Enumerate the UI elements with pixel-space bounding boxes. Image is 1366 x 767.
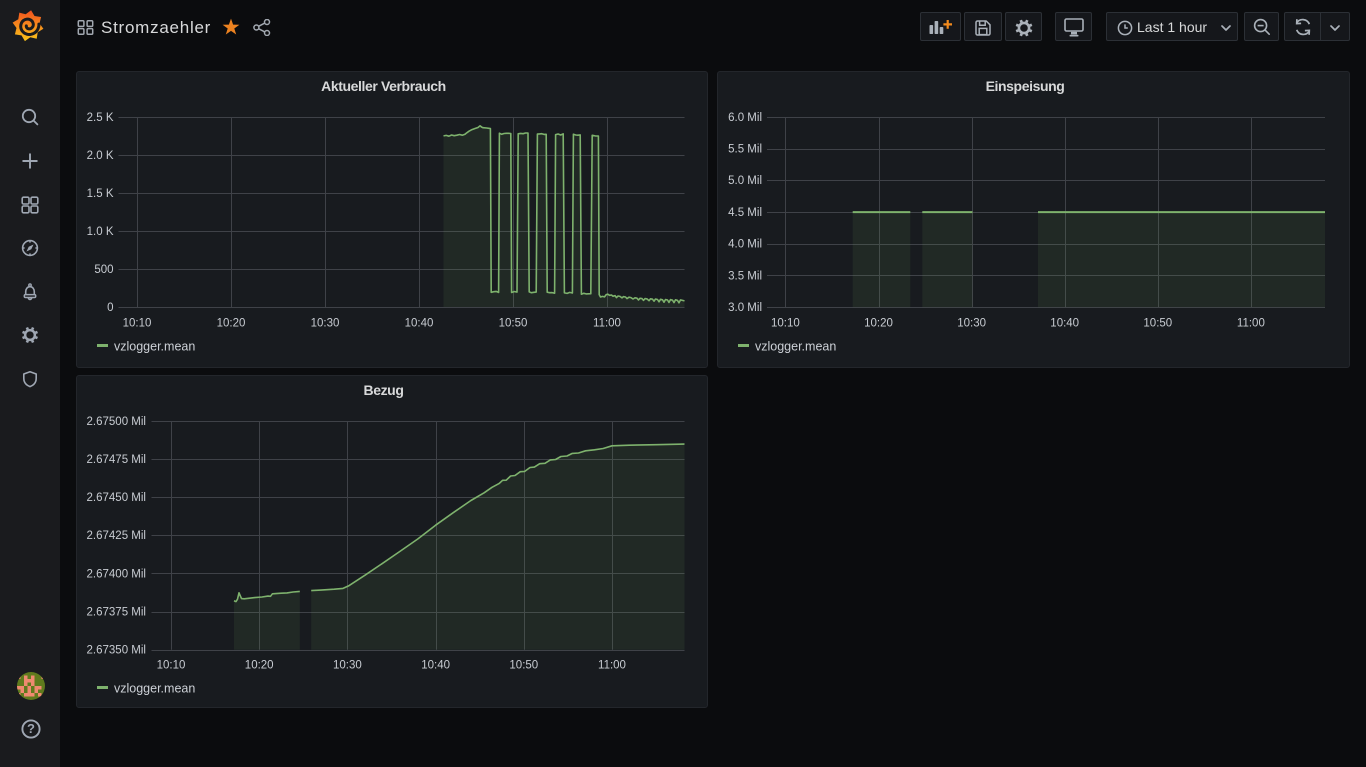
svg-text:2.67500 Mil: 2.67500 Mil xyxy=(87,416,146,428)
svg-text:10:20: 10:20 xyxy=(864,317,893,329)
svg-text:10:50: 10:50 xyxy=(499,317,528,329)
svg-text:10:40: 10:40 xyxy=(1050,317,1079,329)
svg-text:10:20: 10:20 xyxy=(217,317,246,329)
svg-text:10:50: 10:50 xyxy=(509,659,538,671)
svg-text:3.0 Mil: 3.0 Mil xyxy=(728,302,762,314)
svg-text:2.67450 Mil: 2.67450 Mil xyxy=(87,492,146,504)
svg-text:10:30: 10:30 xyxy=(333,659,362,671)
svg-text:5.5 Mil: 5.5 Mil xyxy=(728,144,762,156)
svg-text:2.67350 Mil: 2.67350 Mil xyxy=(87,645,146,657)
svg-text:10:10: 10:10 xyxy=(123,317,152,329)
svg-text:1.0 K: 1.0 K xyxy=(87,226,114,238)
svg-text:2.0 K: 2.0 K xyxy=(87,150,114,162)
svg-text:10:20: 10:20 xyxy=(245,659,274,671)
svg-text:0: 0 xyxy=(107,302,113,314)
svg-text:11:00: 11:00 xyxy=(598,659,626,671)
svg-text:4.5 Mil: 4.5 Mil xyxy=(728,207,762,219)
svg-text:11:00: 11:00 xyxy=(1237,317,1265,329)
svg-text:10:30: 10:30 xyxy=(311,317,340,329)
svg-text:2.5 K: 2.5 K xyxy=(87,112,114,124)
svg-text:10:10: 10:10 xyxy=(157,659,186,671)
svg-text:5.0 Mil: 5.0 Mil xyxy=(728,175,762,187)
svg-text:6.0 Mil: 6.0 Mil xyxy=(728,112,762,124)
svg-text:10:40: 10:40 xyxy=(405,317,434,329)
svg-text:10:10: 10:10 xyxy=(771,317,800,329)
svg-text:10:30: 10:30 xyxy=(957,317,986,329)
svg-text:3.5 Mil: 3.5 Mil xyxy=(728,270,762,282)
svg-text:1.5 K: 1.5 K xyxy=(87,188,114,200)
svg-text:2.67425 Mil: 2.67425 Mil xyxy=(87,530,146,542)
svg-text:2.67375 Mil: 2.67375 Mil xyxy=(87,607,146,619)
svg-text:4.0 Mil: 4.0 Mil xyxy=(728,239,762,251)
svg-text:?: ? xyxy=(27,721,35,736)
svg-text:10:50: 10:50 xyxy=(1143,317,1172,329)
svg-text:2.67400 Mil: 2.67400 Mil xyxy=(87,568,146,580)
svg-text:2.67475 Mil: 2.67475 Mil xyxy=(87,454,146,466)
svg-text:10:40: 10:40 xyxy=(421,659,450,671)
svg-text:11:00: 11:00 xyxy=(593,317,621,329)
svg-text:500: 500 xyxy=(94,264,113,276)
